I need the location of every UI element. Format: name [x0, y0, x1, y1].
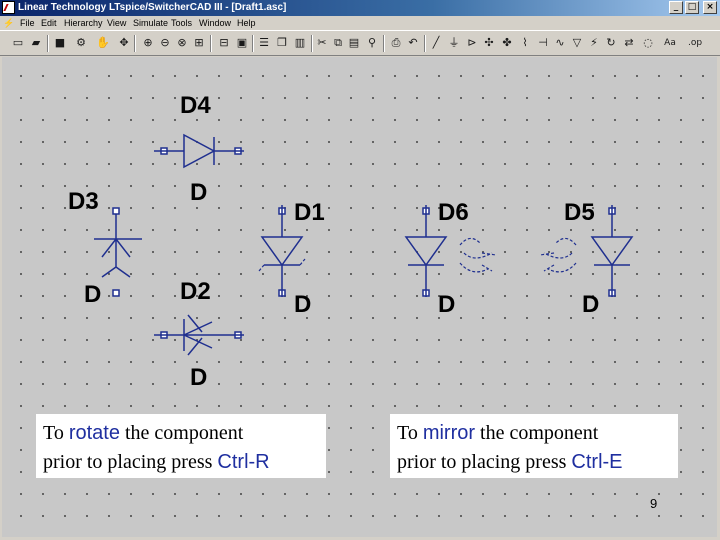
diode-d4-symbol: [154, 133, 244, 169]
diode-d3-symbol: [94, 214, 142, 278]
diode-d5-ref: D5: [564, 199, 595, 226]
drag-icon[interactable]: ✤: [499, 35, 515, 51]
zoom-out-icon[interactable]: ⊖: [157, 35, 173, 51]
rotate-icon[interactable]: ↻: [603, 35, 619, 51]
diode-d3-cathode-pin: [112, 289, 120, 297]
menu-hierarchy[interactable]: Hierarchy: [64, 18, 103, 28]
diode-d3-anode-pin: [112, 207, 120, 215]
capacitor-icon[interactable]: ⊣: [535, 35, 551, 51]
diode-d5-mirror-ghost: [539, 237, 577, 273]
zoom-in-icon[interactable]: ⊕: [140, 35, 156, 51]
halt-icon[interactable]: ✋: [95, 35, 111, 51]
cascade-icon[interactable]: ❐: [274, 35, 290, 51]
undo-icon[interactable]: ↶: [405, 35, 421, 51]
diode-d1-ref: D1: [294, 199, 325, 226]
diode-d5-value: D: [582, 291, 599, 318]
diode-d4[interactable]: D4 D: [154, 92, 244, 206]
rotate-note: To rotate the component prior to placing…: [36, 414, 326, 478]
diode-d1[interactable]: D1 D: [258, 199, 325, 318]
diode-d6-value: D: [438, 291, 455, 318]
toolbar: ▭ ▰ ■ ⚙ ✋ ✥ ⊕ ⊖ ⊗ ⊞ ⊟ ▣ ☰ ❐ ▥ ✂ ⧉ ▤ ⚲ ⎙ …: [0, 30, 720, 56]
ground-icon[interactable]: ⏚: [446, 35, 462, 51]
toolbar-separator: [311, 35, 313, 52]
label-net-icon[interactable]: ⊳: [464, 35, 480, 51]
tile-vertical-icon[interactable]: ▥: [292, 35, 308, 51]
toolbar-separator: [383, 35, 385, 52]
diode-d2-value: D: [190, 364, 207, 391]
component-icon[interactable]: ⚡: [586, 35, 602, 51]
maximize-button[interactable]: □: [685, 1, 699, 14]
diode-d5[interactable]: D5 D: [539, 199, 634, 318]
mirror-shortcut: Ctrl-E: [571, 451, 623, 473]
mirror-keyword: mirror: [422, 422, 476, 444]
diode-d3-ref: D3: [68, 188, 99, 215]
slide-number: 9: [650, 496, 658, 511]
toolbar-separator: [134, 35, 136, 52]
diode-d4-ref: D4: [180, 92, 211, 119]
diode-d4-value: D: [190, 179, 207, 206]
tile-horizontal-icon[interactable]: ☰: [256, 35, 272, 51]
rotate-keyword: rotate: [68, 422, 120, 444]
diode-d2-symbol: [154, 314, 244, 356]
diode-d2-ref: D2: [180, 278, 211, 305]
resistor-icon[interactable]: ⌇: [517, 35, 533, 51]
toolbar-separator: [424, 35, 426, 52]
rotate-note-line1: To rotate the component: [43, 422, 244, 444]
menu-simulate[interactable]: Simulate: [133, 18, 168, 28]
pan-icon[interactable]: ✥: [116, 35, 132, 51]
diode-d3-value: D: [84, 281, 101, 308]
schematic-canvas[interactable]: D4 D D3 D D2 D D1 D D6 D D5 D To rotate …: [2, 57, 717, 537]
title-bar: Linear Technology LTspice/SwitcherCAD II…: [0, 0, 720, 16]
print-preview-icon[interactable]: ▣: [234, 35, 250, 51]
rotate-note-line2: prior to placing press Ctrl-R: [43, 451, 270, 473]
toolbar-separator: [47, 35, 49, 52]
diode-d5-symbol: [590, 205, 634, 297]
mirror-note: To mirror the component prior to placing…: [390, 414, 678, 478]
diode-d6[interactable]: D6 D: [404, 199, 497, 318]
window-title: Linear Technology LTspice/SwitcherCAD II…: [18, 2, 287, 13]
ltspice-app-icon[interactable]: [2, 1, 15, 14]
mirror-icon[interactable]: ⇄: [621, 35, 637, 51]
menu-tools[interactable]: Tools: [171, 18, 192, 28]
inductor-icon[interactable]: ∿: [552, 35, 568, 51]
move-icon[interactable]: ✣: [481, 35, 497, 51]
zoom-fit-icon[interactable]: ⊗: [174, 35, 190, 51]
document-icon[interactable]: ⚡: [3, 18, 14, 28]
cut-icon[interactable]: ✂: [314, 35, 330, 51]
print-icon[interactable]: ⎙: [388, 35, 404, 51]
menu-file[interactable]: File: [20, 18, 35, 28]
diode-d2[interactable]: D2 D: [154, 278, 244, 391]
copy-icon[interactable]: ⧉: [330, 35, 346, 51]
menu-edit[interactable]: Edit: [41, 18, 57, 28]
diode-icon[interactable]: ▽: [569, 35, 585, 51]
op-icon[interactable]: .op: [684, 35, 706, 51]
text-icon[interactable]: Aa: [660, 35, 680, 51]
wire-icon[interactable]: ╱: [428, 35, 444, 51]
open-icon[interactable]: ▰: [28, 35, 44, 51]
save-icon[interactable]: ■: [52, 35, 68, 51]
minimize-button[interactable]: _: [669, 1, 683, 14]
waveform-icon[interactable]: ⊟: [216, 35, 232, 51]
menu-help[interactable]: Help: [237, 18, 256, 28]
mirror-note-line2: prior to placing press Ctrl-E: [397, 451, 623, 473]
menu-bar: ⚡ File Edit Hierarchy View Simulate Tool…: [0, 16, 720, 30]
menu-window[interactable]: Window: [199, 18, 231, 28]
toolbar-separator: [252, 35, 254, 52]
new-schematic-icon[interactable]: ▭: [10, 35, 26, 51]
control-panel-icon[interactable]: ⚙: [73, 35, 89, 51]
diode-d6-ref: D6: [438, 199, 469, 226]
autoscale-icon[interactable]: ⊞: [191, 35, 207, 51]
find-icon[interactable]: ⚲: [364, 35, 380, 51]
paste-icon[interactable]: ▤: [346, 35, 362, 51]
toolbar-separator: [210, 35, 212, 52]
mirror-note-line1: To mirror the component: [397, 422, 599, 444]
menu-view[interactable]: View: [107, 18, 126, 28]
diode-d3[interactable]: D3 D: [68, 188, 142, 308]
diode-d6-mirror-ghost: [459, 237, 497, 273]
diode-d1-value: D: [294, 291, 311, 318]
spice-directive-icon[interactable]: ◌: [640, 35, 656, 51]
close-button[interactable]: ×: [703, 1, 717, 14]
rotate-shortcut: Ctrl-R: [217, 451, 270, 473]
